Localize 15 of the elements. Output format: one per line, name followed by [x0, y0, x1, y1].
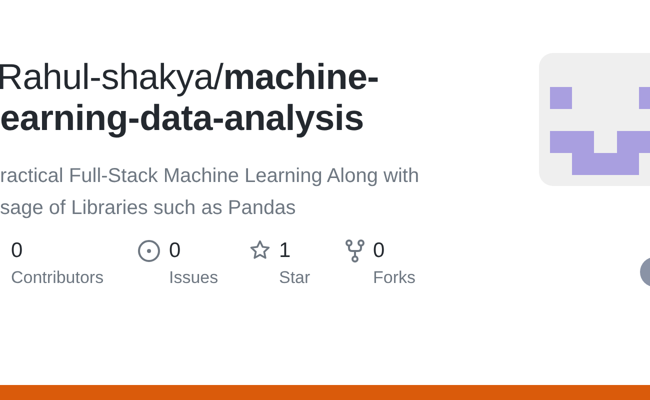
fork-icon [345, 239, 365, 263]
stat-label: Issues [169, 267, 218, 289]
stat-count: 0 [169, 238, 181, 264]
stat-label: Contributors [11, 267, 104, 289]
repository-title: earning-data-analysis [0, 97, 364, 138]
stat-count: 0 [373, 238, 385, 264]
issue-icon [137, 239, 161, 263]
stat-count: 0 [11, 238, 23, 264]
repository-title: Rahul-shakya/machine- [0, 56, 379, 97]
stat-label: Forks [373, 267, 416, 289]
stat-count: 1 [279, 238, 291, 264]
repository-description: sage of Libraries such as Pandas [0, 196, 296, 221]
star-icon [249, 239, 271, 261]
repository-description: ractical Full-Stack Machine Learning Along with [0, 164, 420, 189]
stat-label: Star [279, 267, 310, 289]
